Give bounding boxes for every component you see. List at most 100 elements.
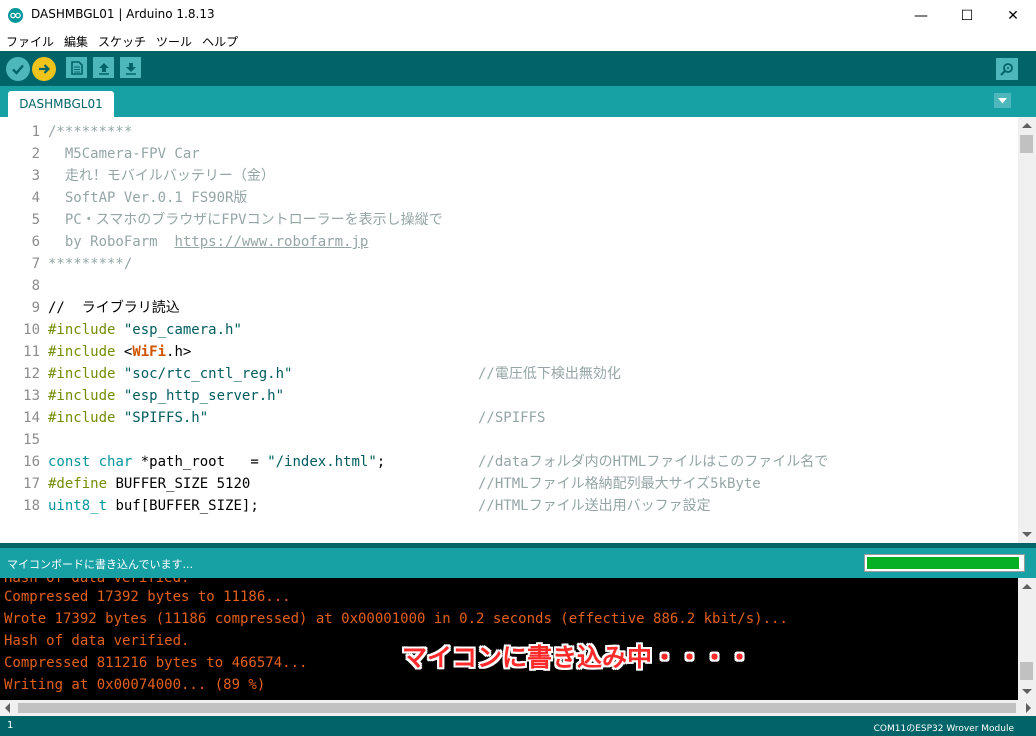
code-line: 15 <box>0 429 1016 451</box>
comment-text: //HTMLファイル送出用バッファ設定 <box>478 498 711 514</box>
code-line: 7 *********/ <box>0 253 1016 275</box>
line-number: 18 <box>23 498 40 514</box>
code-line: 13 #include "esp_http_server.h" <box>0 385 1016 407</box>
string-literal: "esp_camera.h" <box>123 322 242 338</box>
serial-monitor-button[interactable] <box>996 58 1018 80</box>
code-line: 9 // ライブラリ読込 <box>0 297 1016 319</box>
console-horizontal-scrollbar[interactable] <box>0 700 1036 716</box>
menu-help[interactable]: ヘルプ <box>202 33 238 50</box>
tab-menu-button[interactable] <box>994 93 1011 108</box>
type-keyword: uint8_t <box>48 498 108 514</box>
char-keyword: char <box>98 454 133 470</box>
string-literal: "soc/rtc_cntl_reg.h" <box>123 366 293 382</box>
scroll-up-arrow-icon[interactable] <box>1022 584 1032 589</box>
include-keyword: #include <box>48 410 116 426</box>
toolbar <box>0 51 1036 86</box>
code-text: #include "soc/rtc_cntl_reg.h" <box>48 363 292 385</box>
code-text: #include "esp_camera.h" <box>48 319 242 341</box>
menu-file[interactable]: ファイル <box>6 33 54 50</box>
scrollbar-thumb[interactable] <box>1020 135 1033 153</box>
code-area[interactable]: 1 /********* 2 M5Camera-FPV Car 3 走れ！モバイル… <box>0 121 1016 517</box>
verify-button[interactable] <box>6 57 30 81</box>
open-icon <box>98 62 109 75</box>
code-line: 11 #include <WiFi.h> <box>0 341 1016 363</box>
code-text: M5Camera-FPV Car <box>48 146 200 162</box>
code-editor[interactable]: 1 /********* 2 M5Camera-FPV Car 3 走れ！モバイル… <box>0 117 1036 543</box>
menu-sketch[interactable]: スケッチ <box>98 33 146 50</box>
code-line: 12 #include "soc/rtc_cntl_reg.h" //電圧低下検出無… <box>0 363 1016 385</box>
code-text: /********* <box>48 124 133 140</box>
save-icon <box>125 62 136 75</box>
line-number: 16 <box>23 454 40 470</box>
serial-monitor-icon <box>1000 63 1013 76</box>
code-line: 16 const char *path_root = "/index.html";… <box>0 451 1016 473</box>
window-title: DASHMBGL01 | Arduino 1.8.13 <box>31 7 215 21</box>
code-text: *********/ <box>48 256 133 272</box>
scroll-down-arrow-icon[interactable] <box>1022 532 1032 537</box>
status-message: マイコンボードに書き込んでいます... <box>7 558 193 571</box>
console-line: Wrote 17392 bytes (11186 compressed) at … <box>4 611 788 627</box>
code-line: 14 #include "SPIFFS.h" //SPIFFS <box>0 407 1016 429</box>
line-number: 11 <box>23 344 40 360</box>
wifi-keyword: WiFi <box>132 344 167 360</box>
close-button[interactable]: ✕ <box>990 0 1036 31</box>
comment-text: //HTMLファイル格納配列最大サイズ5kByte <box>478 476 761 492</box>
comment-text: by RoboFarm <box>48 234 175 250</box>
menu-tools[interactable]: ツール <box>156 33 192 50</box>
console-line: Compressed 811216 bytes to 466574... <box>4 655 308 671</box>
semicolon: ; <box>376 454 386 470</box>
include-keyword: #include <box>48 366 116 382</box>
const-keyword: const <box>48 454 91 470</box>
code-text: 走れ！モバイルバッテリー（金） <box>48 168 275 184</box>
string-literal: "SPIFFS.h" <box>123 410 209 426</box>
code-line: 8 <box>0 275 1016 297</box>
include-keyword: #include <box>48 388 116 404</box>
upload-button[interactable] <box>32 57 56 81</box>
code-line: 2 M5Camera-FPV Car <box>0 143 1016 165</box>
comment-text: //SPIFFS <box>478 410 546 426</box>
include-keyword: #include <box>48 322 116 338</box>
console-line: Compressed 17392 bytes to 11186... <box>4 589 291 605</box>
line-number: 17 <box>23 476 40 492</box>
line-number: 2 <box>31 146 40 162</box>
code-line: 1 /********* <box>0 121 1016 143</box>
maximize-button[interactable]: ☐ <box>944 0 990 31</box>
scroll-right-arrow-icon[interactable] <box>1026 703 1031 713</box>
open-button[interactable] <box>93 57 114 78</box>
arduino-logo-icon <box>8 8 23 23</box>
save-button[interactable] <box>120 57 141 78</box>
code-text: SoftAP Ver.0.1 FS90R版 <box>48 190 248 206</box>
tab-bar: DASHMBGL01 <box>0 86 1036 117</box>
upload-progress-fill <box>867 557 1019 569</box>
scroll-up-arrow-icon[interactable] <box>1022 123 1032 128</box>
console-vertical-scrollbar[interactable] <box>1018 578 1036 700</box>
string-literal: "esp_http_server.h" <box>123 388 285 404</box>
comment-text: //dataフォルダ内のHTMLファイルはこのファイル名で <box>478 454 829 470</box>
scrollbar-thumb[interactable] <box>1020 662 1033 680</box>
scroll-down-arrow-icon[interactable] <box>1022 689 1032 694</box>
chevron-down-icon <box>998 97 1007 103</box>
editor-vertical-scrollbar[interactable] <box>1018 117 1036 543</box>
code-text: #define BUFFER_SIZE 5120 <box>48 473 250 495</box>
line-number: 7 <box>31 256 40 272</box>
code-fragment: BUFFER_SIZE 5120 <box>115 476 251 492</box>
code-text: #include "esp_http_server.h" <box>48 385 284 407</box>
line-number: 5 <box>31 212 40 228</box>
line-number: 1 <box>31 124 40 140</box>
define-keyword: #define <box>48 476 108 492</box>
scrollbar-thumb[interactable] <box>18 703 1016 713</box>
line-number: 6 <box>31 234 40 250</box>
scroll-left-arrow-icon[interactable] <box>5 703 10 713</box>
console-line: Hash of data verified. <box>4 633 190 649</box>
tab-dashmbgl01[interactable]: DASHMBGL01 <box>8 91 114 117</box>
new-button[interactable] <box>66 57 87 78</box>
bottom-status-bar: 1 COM11のESP32 Wrover Module <box>0 716 1036 736</box>
line-number: 9 <box>31 300 40 316</box>
line-number: 8 <box>31 278 40 294</box>
console-line: Writing at 0x00074000... (89 %) <box>4 677 266 693</box>
minimize-button[interactable]: — <box>898 0 944 31</box>
code-fragment: *path_root = <box>140 454 268 470</box>
robofarm-link[interactable]: https://www.robofarm.jp <box>174 234 368 250</box>
menu-edit[interactable]: 編集 <box>64 33 88 50</box>
code-line: 3 走れ！モバイルバッテリー（金） <box>0 165 1016 187</box>
